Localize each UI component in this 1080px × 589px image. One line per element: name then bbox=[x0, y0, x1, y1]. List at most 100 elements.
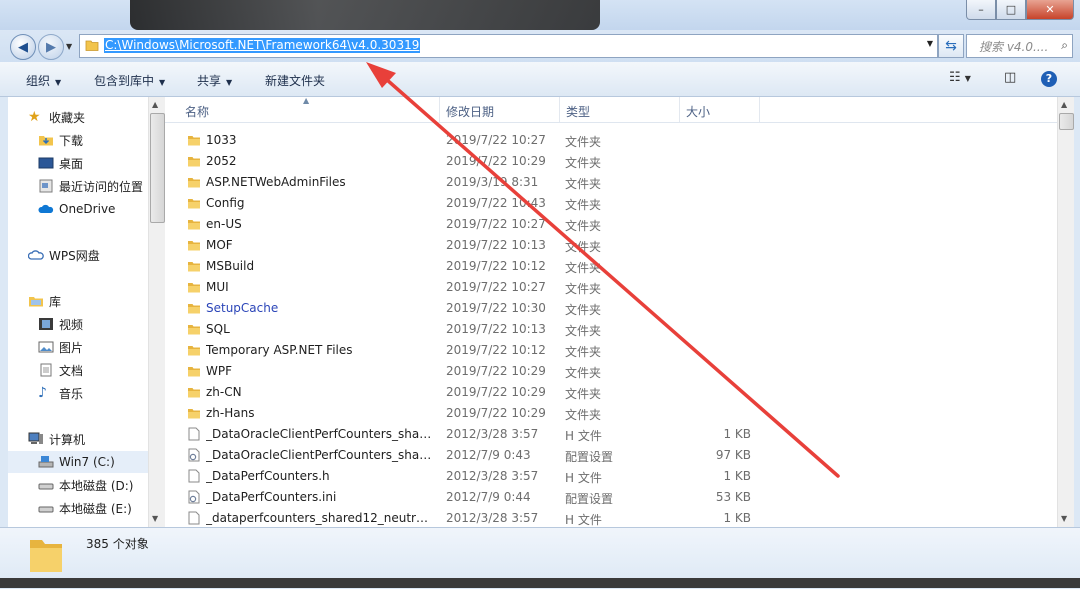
column-type[interactable]: 类型 bbox=[566, 103, 590, 120]
address-bar[interactable]: C:\Windows\Microsoft.NET\Framework64\v4.… bbox=[79, 34, 938, 58]
table-row[interactable]: _DataOracleClientPerfCounters_share... 20… bbox=[165, 445, 1057, 466]
table-row[interactable]: _DataOracleClientPerfCounters_share... 20… bbox=[165, 424, 1057, 445]
scroll-down-icon[interactable]: ▼ bbox=[1061, 514, 1067, 523]
file-type: 文件夹 bbox=[565, 408, 602, 422]
computer-icon bbox=[28, 432, 43, 444]
address-path[interactable]: C:\Windows\Microsoft.NET\Framework64\v4.… bbox=[104, 38, 421, 53]
scroll-up-icon[interactable]: ▲ bbox=[152, 100, 158, 109]
back-arrow-icon: ◀ bbox=[18, 39, 28, 55]
file-type: 文件夹 bbox=[565, 240, 602, 254]
taskbar-edge bbox=[0, 578, 1080, 588]
sidebar-item-favorites[interactable]: ★ 收藏夹 bbox=[28, 106, 85, 128]
file-list-scrollbar[interactable]: ▲ ▼ bbox=[1057, 97, 1074, 527]
file-date: 2019/7/22 10:29 bbox=[446, 154, 546, 168]
refresh-button[interactable]: ⇆ bbox=[938, 34, 964, 58]
table-row[interactable]: SetupCache 2019/7/22 10:30 文件夹 bbox=[165, 298, 1057, 319]
include-label: 包含到库中 bbox=[94, 74, 155, 88]
sidebar-item-pictures[interactable]: 图片 bbox=[38, 336, 83, 358]
file-list-scroll-thumb[interactable] bbox=[1059, 113, 1074, 130]
sidebar-item-drive-d[interactable]: 本地磁盘 (D:) bbox=[38, 474, 133, 496]
minimize-button[interactable]: – bbox=[966, 0, 996, 20]
table-row[interactable]: zh-CN 2019/7/22 10:29 文件夹 bbox=[165, 382, 1057, 403]
file-type: 文件夹 bbox=[565, 156, 602, 170]
table-row[interactable]: _DataPerfCounters.ini 2012/7/9 0:44 配置设置 53… bbox=[165, 487, 1057, 508]
folder-icon bbox=[85, 40, 99, 51]
table-row[interactable]: MSBuild 2019/7/22 10:12 文件夹 bbox=[165, 256, 1057, 277]
help-icon[interactable]: ? bbox=[1041, 71, 1057, 87]
sidebar-label: 图片 bbox=[59, 340, 84, 355]
recent-pages-dropdown[interactable]: ▼ bbox=[66, 42, 72, 51]
wps-cloud-icon bbox=[28, 250, 44, 260]
file-name: zh-CN bbox=[206, 385, 242, 399]
sidebar-item-drive-c[interactable]: Win7 (C:) bbox=[8, 451, 148, 473]
sidebar-item-desktop[interactable]: 桌面 bbox=[38, 152, 83, 174]
column-divider[interactable] bbox=[439, 97, 440, 122]
file-name: MSBuild bbox=[206, 259, 255, 273]
new-folder-button[interactable]: 新建文件夹 bbox=[265, 72, 325, 89]
organize-button[interactable]: 组织 ▼ bbox=[26, 72, 61, 89]
file-type: 配置设置 bbox=[565, 492, 614, 506]
sidebar-label: Win7 (C:) bbox=[59, 455, 115, 469]
close-button[interactable]: ✕ bbox=[1026, 0, 1074, 20]
search-icon[interactable]: ⌕ bbox=[1061, 38, 1068, 53]
column-divider[interactable] bbox=[759, 97, 760, 122]
folder-icon bbox=[188, 262, 200, 272]
scroll-down-icon[interactable]: ▼ bbox=[152, 514, 158, 523]
sidebar-item-recent[interactable]: 最近访问的位置 bbox=[38, 175, 143, 197]
sidebar-label: 收藏夹 bbox=[49, 110, 86, 125]
table-row[interactable]: en-US 2019/7/22 10:27 文件夹 bbox=[165, 214, 1057, 235]
table-row[interactable]: 1033 2019/7/22 10:27 文件夹 bbox=[165, 130, 1057, 151]
table-row[interactable]: Temporary ASP.NET Files 2019/7/22 10:12 文件… bbox=[165, 340, 1057, 361]
table-row[interactable]: ASP.NETWebAdminFiles 2019/3/19 8:31 文件夹 bbox=[165, 172, 1057, 193]
table-row[interactable]: zh-Hans 2019/7/22 10:29 文件夹 bbox=[165, 403, 1057, 424]
preview-pane-icon[interactable]: ◫ bbox=[1004, 70, 1016, 85]
forward-button[interactable]: ▶ bbox=[38, 34, 64, 60]
scroll-up-icon[interactable]: ▲ bbox=[1061, 100, 1067, 109]
back-button[interactable]: ◀ bbox=[10, 34, 36, 60]
library-icon bbox=[29, 297, 43, 307]
folder-icon bbox=[188, 346, 200, 356]
sidebar-item-onedrive[interactable]: OneDrive bbox=[38, 198, 115, 220]
table-row[interactable]: SQL 2019/7/22 10:13 文件夹 bbox=[165, 319, 1057, 340]
table-row[interactable]: MUI 2019/7/22 10:27 文件夹 bbox=[165, 277, 1057, 298]
file-date: 2019/7/22 10:29 bbox=[446, 406, 546, 420]
table-row[interactable]: _DataPerfCounters.h 2012/3/28 3:57 H 文件 1 K… bbox=[165, 466, 1057, 487]
include-in-library-button[interactable]: 包含到库中 ▼ bbox=[94, 72, 165, 89]
sidebar-item-documents[interactable]: 文档 bbox=[38, 359, 83, 381]
column-divider[interactable] bbox=[559, 97, 560, 122]
file-date: 2019/7/22 10:12 bbox=[446, 343, 546, 357]
column-name[interactable]: 名称 bbox=[185, 103, 209, 120]
column-divider[interactable] bbox=[679, 97, 680, 122]
sidebar-scrollbar[interactable]: ▲ ▼ bbox=[148, 97, 165, 527]
share-button[interactable]: 共享 ▼ bbox=[197, 72, 232, 89]
maximize-button[interactable]: □ bbox=[996, 0, 1026, 20]
file-name: WPF bbox=[206, 364, 233, 378]
table-row[interactable]: WPF 2019/7/22 10:29 文件夹 bbox=[165, 361, 1057, 382]
view-options-icon[interactable]: ☷ ▼ bbox=[949, 70, 971, 85]
search-input[interactable]: 搜索 v4.0.... ⌕ bbox=[966, 34, 1073, 58]
column-date[interactable]: 修改日期 bbox=[446, 103, 494, 120]
sidebar-item-music[interactable]: ♪ 音乐 bbox=[38, 382, 83, 404]
sidebar-scroll-thumb[interactable] bbox=[150, 113, 165, 223]
file-date: 2012/7/9 0:44 bbox=[446, 490, 531, 504]
sidebar-item-wps[interactable]: WPS网盘 bbox=[28, 244, 100, 266]
file-date: 2019/7/22 10:27 bbox=[446, 217, 546, 231]
column-size[interactable]: 大小 bbox=[686, 103, 710, 120]
sidebar-label: 本地磁盘 (E:) bbox=[59, 501, 132, 516]
file-name: Temporary ASP.NET Files bbox=[206, 343, 353, 357]
recent-places-icon bbox=[39, 179, 53, 193]
table-row[interactable]: 2052 2019/7/22 10:29 文件夹 bbox=[165, 151, 1057, 172]
table-row[interactable]: Config 2019/7/22 10:43 文件夹 bbox=[165, 193, 1057, 214]
sidebar-item-downloads[interactable]: 下载 bbox=[38, 129, 83, 151]
file-date: 2019/3/19 8:31 bbox=[446, 175, 539, 189]
address-dropdown-icon[interactable]: ▼ bbox=[927, 39, 933, 48]
sidebar-label: 音乐 bbox=[59, 386, 84, 401]
sidebar-item-libraries[interactable]: 库 bbox=[28, 290, 61, 312]
sidebar-item-videos[interactable]: 视频 bbox=[38, 313, 83, 335]
file-date: 2019/7/22 10:13 bbox=[446, 238, 546, 252]
table-row[interactable]: _dataperfcounters_shared12_neutral.h 2012… bbox=[165, 508, 1057, 527]
sidebar-item-drive-e[interactable]: 本地磁盘 (E:) bbox=[38, 497, 132, 519]
table-row[interactable]: MOF 2019/7/22 10:13 文件夹 bbox=[165, 235, 1057, 256]
sidebar-item-computer[interactable]: 计算机 bbox=[28, 428, 85, 450]
large-folder-icon bbox=[30, 540, 62, 572]
